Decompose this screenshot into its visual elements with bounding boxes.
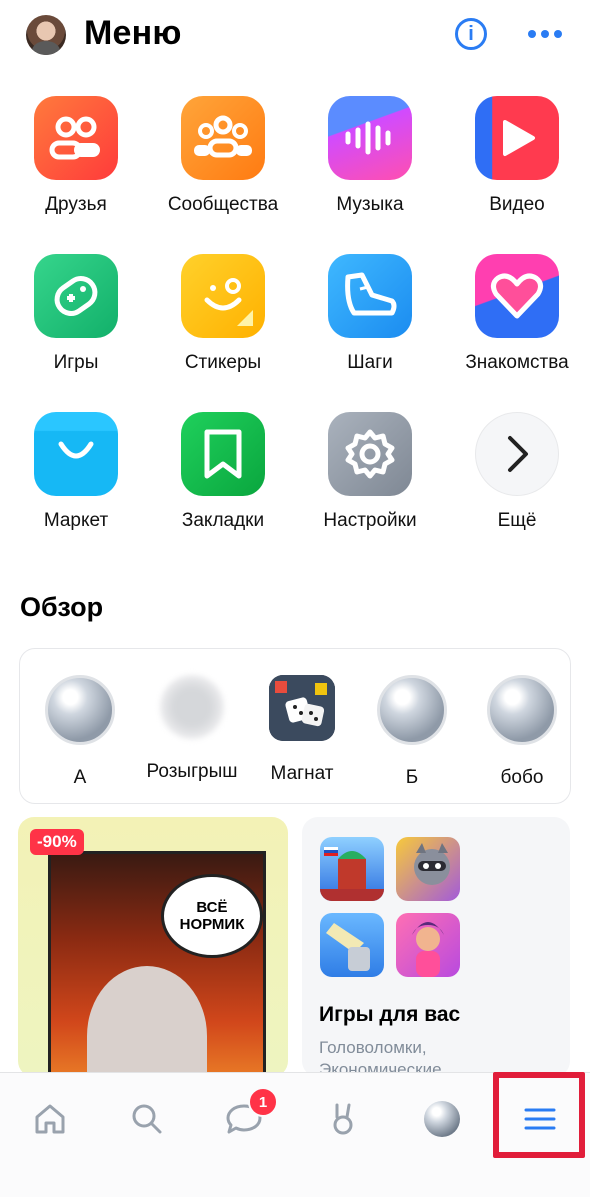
game-thumbnail bbox=[320, 837, 384, 901]
app-video[interactable]: Видео bbox=[444, 96, 590, 236]
games-card-subtitle: Головоломки, Экономические bbox=[319, 1037, 442, 1077]
games-subtitle-line: Головоломки, bbox=[319, 1038, 427, 1057]
tab-clips[interactable] bbox=[313, 1089, 373, 1149]
app-label: Знакомства bbox=[465, 352, 569, 373]
community-avatar bbox=[377, 675, 447, 745]
app-market[interactable]: Маркет bbox=[3, 412, 149, 552]
tab-profile[interactable] bbox=[412, 1089, 472, 1149]
game-thumbnail bbox=[269, 675, 335, 741]
page-title: Меню bbox=[84, 14, 182, 52]
overview-item-label: А bbox=[73, 767, 87, 788]
bookmark-icon bbox=[181, 412, 265, 496]
app-label: Шаги bbox=[347, 352, 393, 373]
community-avatar bbox=[45, 675, 115, 745]
section-title-overview: Обзор bbox=[20, 592, 104, 622]
more-options-icon[interactable] bbox=[528, 30, 562, 40]
sticker-promo-card[interactable]: ВСЁ НОРМИК -90% bbox=[18, 817, 288, 1077]
app-label: Игры bbox=[53, 352, 99, 373]
overview-item-label: Магнат bbox=[270, 763, 334, 784]
game-thumbnail bbox=[396, 837, 460, 901]
app-label: Настройки bbox=[323, 510, 417, 531]
app-bookmarks[interactable]: Закладки bbox=[150, 412, 296, 552]
app-label: Стикеры bbox=[184, 352, 262, 373]
heart-icon bbox=[475, 254, 559, 338]
gamepad-icon bbox=[34, 254, 118, 338]
bunny-illustration bbox=[87, 966, 207, 1077]
avatar[interactable] bbox=[26, 15, 66, 55]
game-thumbnail bbox=[320, 913, 384, 977]
app-friends[interactable]: Друзья bbox=[3, 96, 149, 236]
overview-carousel: А Розыгрыш Магнат Б бобо bbox=[19, 648, 571, 804]
tab-home[interactable] bbox=[20, 1089, 80, 1149]
menu-tab-highlight bbox=[493, 1072, 585, 1158]
info-icon[interactable]: i bbox=[455, 18, 487, 50]
community-avatar bbox=[160, 675, 224, 739]
games-for-you-card[interactable]: Игры для вас Головоломки, Экономические bbox=[302, 817, 570, 1077]
header: Меню i bbox=[0, 0, 590, 76]
app-label: Видео bbox=[489, 194, 545, 215]
overview-item-label: Б bbox=[405, 767, 419, 788]
overview-item[interactable]: А bbox=[20, 675, 140, 789]
clips-icon bbox=[333, 1103, 353, 1135]
app-dating[interactable]: Знакомства bbox=[444, 254, 590, 394]
overview-item[interactable]: Магнат bbox=[242, 675, 362, 785]
app-stickers[interactable]: Стикеры bbox=[150, 254, 296, 394]
app-label: Маркет bbox=[43, 510, 109, 531]
profile-avatar-icon bbox=[424, 1101, 460, 1137]
video-icon bbox=[475, 96, 559, 180]
overview-item[interactable]: бобо bbox=[462, 675, 582, 789]
app-communities[interactable]: Сообщества bbox=[150, 96, 296, 236]
speech-bubble: ВСЁ НОРМИК bbox=[161, 874, 263, 958]
overview-item[interactable]: Розыгрыш bbox=[132, 675, 252, 783]
bag-icon bbox=[34, 412, 118, 496]
comic-image: ВСЁ НОРМИК bbox=[48, 851, 266, 1077]
music-icon bbox=[328, 96, 412, 180]
app-music[interactable]: Музыка bbox=[297, 96, 443, 236]
friends-icon bbox=[34, 96, 118, 180]
tab-messages[interactable]: 1 bbox=[214, 1087, 278, 1149]
search-icon bbox=[132, 1104, 162, 1134]
chevron-right-icon bbox=[475, 412, 559, 496]
home-icon bbox=[35, 1104, 65, 1134]
overview-item[interactable]: Б bbox=[352, 675, 472, 789]
gear-icon bbox=[328, 412, 412, 496]
sticker-icon bbox=[181, 254, 265, 338]
bubble-text: ВСЁ bbox=[196, 899, 228, 916]
discount-badge: -90% bbox=[30, 829, 84, 855]
app-label: Музыка bbox=[336, 194, 404, 215]
game-thumbnail bbox=[396, 913, 460, 977]
app-label: Ещё bbox=[497, 510, 537, 531]
app-more[interactable]: Ещё bbox=[444, 412, 590, 552]
app-steps[interactable]: Шаги bbox=[297, 254, 443, 394]
community-avatar bbox=[487, 675, 557, 745]
overview-item-label: бобо bbox=[500, 767, 544, 788]
app-settings[interactable]: Настройки bbox=[297, 412, 443, 552]
bubble-text: НОРМИК bbox=[179, 916, 245, 933]
app-games[interactable]: Игры bbox=[3, 254, 149, 394]
tab-search[interactable] bbox=[117, 1089, 177, 1149]
communities-icon bbox=[181, 96, 265, 180]
app-label: Сообщества bbox=[167, 194, 279, 215]
overview-item-label: Розыгрыш bbox=[146, 761, 238, 782]
app-label: Закладки bbox=[181, 510, 265, 531]
app-label: Друзья bbox=[45, 194, 107, 215]
games-card-title: Игры для вас bbox=[319, 1003, 461, 1026]
unread-badge: 1 bbox=[248, 1087, 278, 1117]
sneaker-icon bbox=[328, 254, 412, 338]
